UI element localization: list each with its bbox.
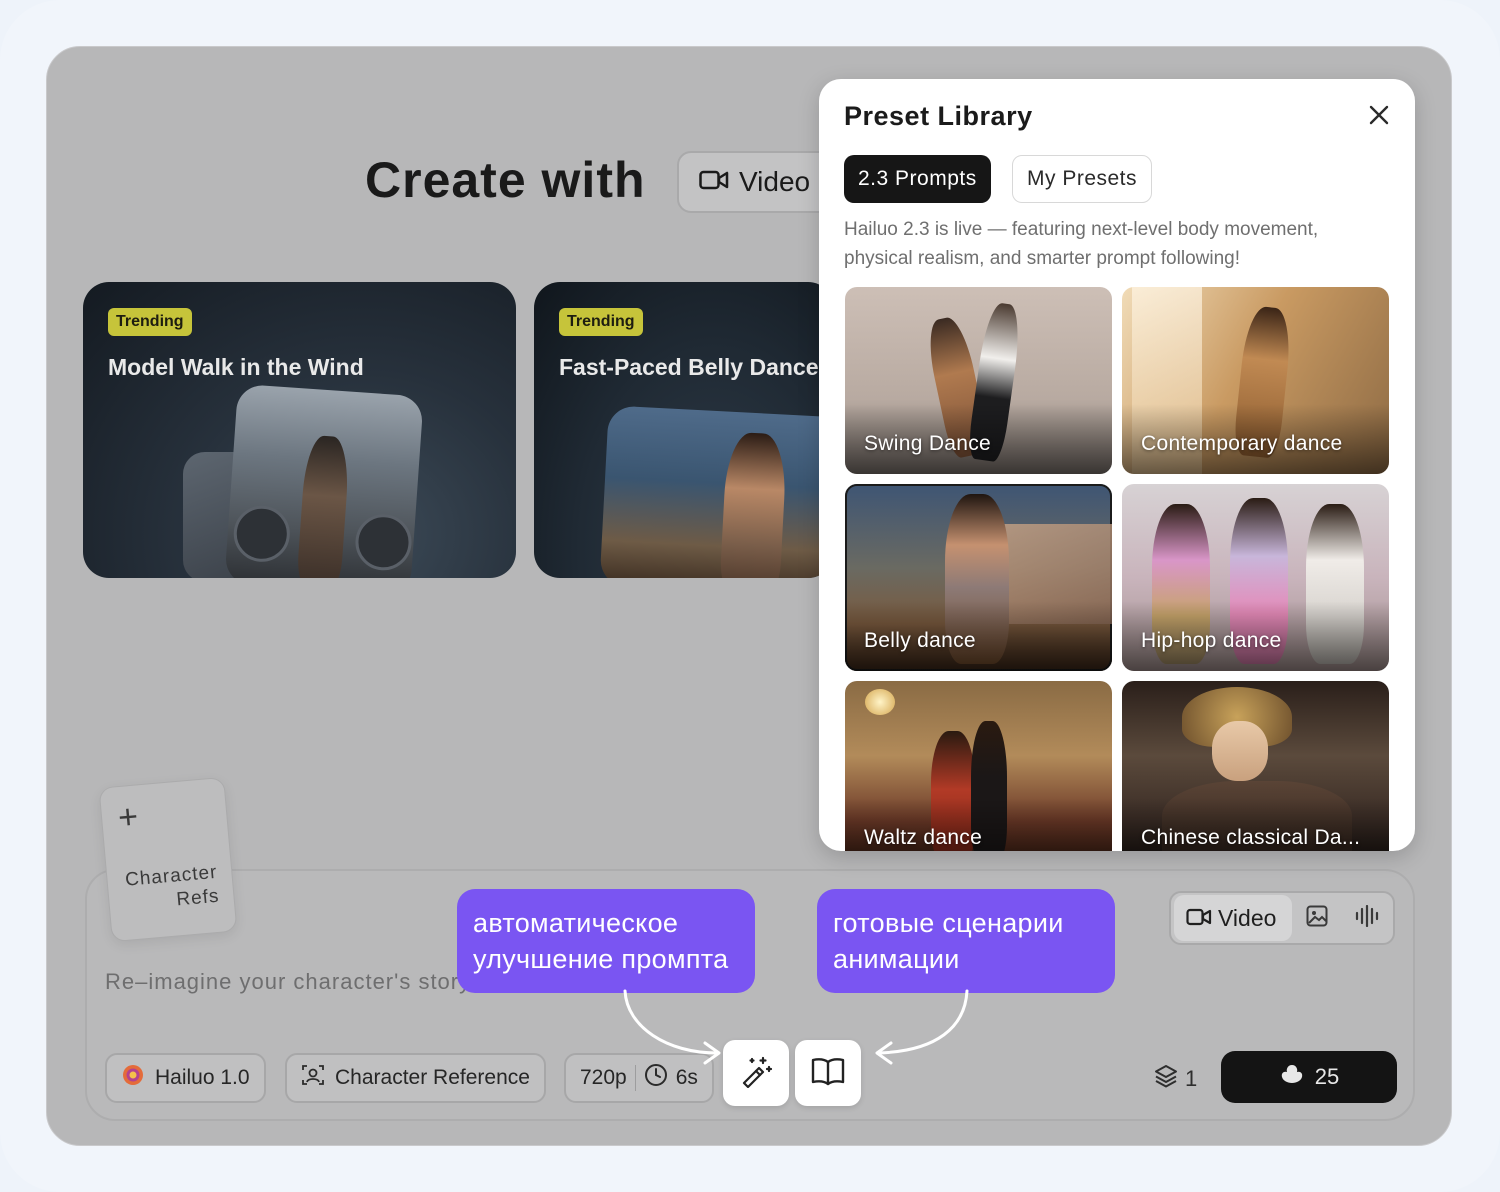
preset-item-label: Hip-hop dance [1141, 629, 1282, 652]
close-button[interactable] [1365, 103, 1393, 131]
character-reference-label: Character Reference [335, 1066, 530, 1089]
preset-item-swing-dance[interactable]: Swing Dance [845, 287, 1112, 474]
tab-prompts[interactable]: 2.3 Prompts [844, 155, 991, 203]
output-type-switch: Video [1169, 891, 1395, 945]
audio-mode-tab[interactable] [1342, 904, 1392, 932]
video-camera-icon [699, 166, 729, 198]
preset-item-label: Waltz dance [864, 826, 983, 849]
annotation-preset-scenarios: готовые сценарии анимации [817, 889, 1115, 993]
preset-grid: Swing Dance Contemporary dance Belly dan… [845, 287, 1389, 851]
card-thumbnail [599, 405, 834, 578]
preset-item-waltz-dance[interactable]: Waltz dance [845, 681, 1112, 851]
card-thumbnail [224, 383, 424, 578]
model-selector[interactable]: Hailuo 1.0 [105, 1053, 266, 1103]
character-icon [301, 1063, 325, 1093]
duration-label: 6s [675, 1066, 698, 1089]
annotation-line: улучшение промпта [473, 944, 729, 974]
preset-item-hiphop-dance[interactable]: Hip-hop dance [1122, 484, 1389, 671]
tab-my-presets[interactable]: My Presets [1012, 155, 1153, 203]
preset-item-label: Chinese classical Da... [1141, 826, 1361, 849]
page-title: Create with [365, 152, 646, 208]
hailuo-logo-icon [121, 1063, 145, 1093]
divider [634, 1065, 636, 1091]
layers-icon [1153, 1063, 1179, 1095]
trending-badge: Trending [559, 308, 643, 336]
annotation-arrows [623, 989, 969, 1065]
trending-card-title: Model Walk in the Wind [108, 354, 364, 380]
generate-button[interactable]: 25 [1221, 1051, 1397, 1103]
video-mode-label: Video [1218, 904, 1277, 931]
trending-card[interactable]: Trending Fast-Paced Belly Dance [534, 282, 834, 578]
image-mode-tab[interactable] [1292, 905, 1342, 932]
preset-description: Hailuo 2.3 is live — featuring next-leve… [844, 219, 1319, 269]
preset-library-title: Preset Library [844, 101, 1033, 131]
audio-wave-icon [1354, 904, 1380, 932]
credit-icon [1279, 1063, 1305, 1091]
annotation-prompt-enhance: автоматическое улучшение промпта [457, 889, 755, 993]
preset-item-contemporary-dance[interactable]: Contemporary dance [1122, 287, 1389, 474]
character-refs-label: Character Refs [124, 861, 220, 917]
mode-selector-label: Video [739, 166, 811, 197]
model-label: Hailuo 1.0 [155, 1066, 250, 1089]
trending-card-title: Fast-Paced Belly Dance [559, 354, 819, 380]
preset-item-label: Contemporary dance [1141, 432, 1343, 455]
trending-badge: Trending [108, 308, 192, 336]
close-icon [1368, 104, 1390, 131]
annotation-line: готовые сценарии [833, 908, 1064, 938]
preset-item-chinese-classical-dance[interactable]: Chinese classical Da... [1122, 681, 1389, 851]
character-refs-button[interactable]: + Character Refs [98, 776, 238, 943]
prompt-input[interactable]: Re–imagine your character's story... [105, 969, 465, 995]
plus-icon: + [116, 797, 140, 838]
credit-count: 25 [1314, 1064, 1340, 1089]
count-value: 1 [1185, 1066, 1198, 1091]
resolution-label: 720p [580, 1066, 627, 1089]
preset-item-label: Swing Dance [864, 432, 992, 455]
video-camera-icon [1186, 905, 1212, 932]
app-window: Create with Video Trending Model Walk in… [46, 46, 1452, 1146]
video-mode-tab[interactable]: Video [1174, 895, 1292, 941]
preset-item-belly-dance[interactable]: Belly dance [845, 484, 1112, 671]
preset-item-label: Belly dance [864, 629, 976, 652]
clock-icon [644, 1063, 668, 1093]
annotation-line: анимации [833, 944, 960, 974]
generation-count[interactable]: 1 [1153, 1063, 1197, 1095]
image-icon [1306, 905, 1328, 932]
trending-card[interactable]: Trending Model Walk in the Wind [83, 282, 516, 578]
preset-library-panel: Preset Library 2.3 Prompts My Presets Ha… [819, 79, 1415, 851]
annotation-line: автоматическое [473, 908, 679, 938]
character-reference-button[interactable]: Character Reference [285, 1053, 546, 1103]
